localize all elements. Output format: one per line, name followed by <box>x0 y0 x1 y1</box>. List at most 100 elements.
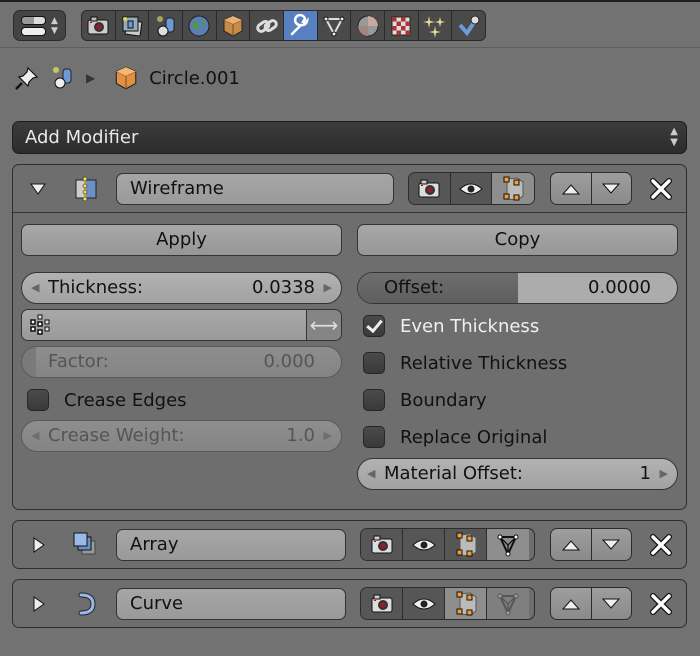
tab-render-layers[interactable] <box>115 11 150 40</box>
apply-button[interactable]: Apply <box>21 224 342 256</box>
replace-original-checkbox[interactable]: Replace Original <box>363 424 547 450</box>
editmode-icon <box>503 176 524 201</box>
close-icon[interactable] <box>650 593 672 615</box>
viewport-toggle[interactable] <box>403 529 445 560</box>
decrement-arrow-icon[interactable]: ◀ <box>31 421 39 451</box>
scene-icon <box>156 15 175 36</box>
object-cube-icon <box>115 66 137 90</box>
up-down-arrows-icon: ▲ ▼ <box>51 16 58 36</box>
curve-modifier-icon <box>78 592 96 616</box>
increment-arrow-icon[interactable]: ▶ <box>660 459 668 489</box>
constraint-link-icon <box>255 18 278 33</box>
move-buttons <box>550 587 632 620</box>
increment-arrow-icon[interactable]: ▶ <box>324 421 332 451</box>
on-cage-toggle[interactable] <box>487 529 529 560</box>
decrement-arrow-icon[interactable]: ◀ <box>31 273 39 303</box>
tab-material[interactable] <box>351 11 386 40</box>
world-icon <box>188 15 210 36</box>
modifier-name-input[interactable]: Wireframe <box>116 173 394 205</box>
collapse-arrow-icon[interactable] <box>29 180 47 198</box>
triangle-up-icon <box>561 539 580 550</box>
cage-mesh-icon <box>497 593 519 615</box>
checkbox-checked[interactable] <box>363 315 385 337</box>
even-thickness-checkbox[interactable]: Even Thickness <box>363 313 539 339</box>
expand-arrow-icon[interactable] <box>29 536 47 554</box>
cage-mesh-icon <box>497 534 519 556</box>
crease-edges-checkbox[interactable]: Crease Edges <box>27 387 187 413</box>
close-icon[interactable] <box>650 178 672 200</box>
tab-render[interactable] <box>82 11 116 40</box>
modifier-header: Wireframe <box>13 165 686 212</box>
editmode-icon <box>456 532 476 557</box>
editmode-icon <box>456 591 476 616</box>
render-toggle[interactable] <box>361 529 403 560</box>
on-cage-toggle[interactable] <box>487 588 529 619</box>
tab-physics[interactable] <box>452 11 485 40</box>
triangle-down-icon <box>602 539 621 550</box>
tab-particles[interactable] <box>418 11 453 40</box>
thickness-field[interactable]: ◀ Thickness: 0.0338 ▶ <box>21 272 342 304</box>
move-down-button[interactable] <box>592 173 632 204</box>
modifier-panel-curve: Curve <box>12 579 687 628</box>
vertex-group-input[interactable] <box>22 310 307 340</box>
eye-icon <box>411 598 436 609</box>
factor-slider[interactable]: Factor: 0.000 <box>21 346 342 378</box>
object-cube-icon <box>223 14 243 37</box>
modifier-name-input[interactable]: Curve <box>116 588 346 620</box>
particles-icon <box>423 15 446 38</box>
invert-vertex-group-toggle[interactable]: ⟷ <box>307 310 341 340</box>
vertex-group-field: ⟷ <box>21 309 342 341</box>
eye-icon <box>459 183 483 194</box>
copy-button[interactable]: Copy <box>357 224 678 256</box>
material-offset-field[interactable]: ◀ Material Offset: 1 ▶ <box>357 458 678 490</box>
editmode-toggle[interactable] <box>492 173 534 204</box>
render-toggle[interactable] <box>409 173 451 204</box>
array-modifier-icon <box>73 532 96 555</box>
render-toggle[interactable] <box>361 588 403 619</box>
tab-constraints[interactable] <box>250 11 285 40</box>
visibility-toggles <box>360 528 535 561</box>
modifier-name-input[interactable]: Array <box>116 529 346 561</box>
close-icon[interactable] <box>650 534 672 556</box>
breadcrumb: ▶ Circle.001 <box>14 62 250 94</box>
add-modifier-dropdown[interactable]: Add Modifier ▲ ▼ <box>12 121 687 154</box>
offset-slider[interactable]: Offset: 0.0000 <box>357 272 678 304</box>
viewport-toggle[interactable] <box>450 173 493 204</box>
triangle-up-icon <box>561 598 580 609</box>
triangle-down-icon <box>602 598 621 609</box>
move-up-button[interactable] <box>551 529 592 560</box>
modifier-panel-array: Array <box>12 520 687 569</box>
mesh-data-icon <box>323 16 345 36</box>
relative-thickness-checkbox[interactable]: Relative Thickness <box>363 350 567 376</box>
tab-modifiers[interactable] <box>284 11 318 40</box>
texture-checker-icon <box>391 16 411 35</box>
tab-world[interactable] <box>183 11 217 40</box>
increment-arrow-icon[interactable]: ▶ <box>324 273 332 303</box>
move-down-button[interactable] <box>592 529 632 560</box>
decrement-arrow-icon[interactable]: ◀ <box>367 459 375 489</box>
tab-data[interactable] <box>317 11 352 40</box>
editor-type-selector[interactable]: ▲ ▼ <box>13 10 66 41</box>
move-down-button[interactable] <box>592 588 632 619</box>
swap-arrows-icon: ⟷ <box>309 313 339 337</box>
move-up-button[interactable] <box>551 173 592 204</box>
visibility-toggles <box>360 587 535 620</box>
tab-object[interactable] <box>216 11 251 40</box>
camera-icon <box>371 594 392 612</box>
wrench-icon <box>291 13 310 35</box>
render-layers-icon <box>122 16 143 37</box>
editmode-toggle[interactable] <box>445 529 487 560</box>
editmode-toggle[interactable] <box>445 588 487 619</box>
expand-arrow-icon[interactable] <box>29 595 47 613</box>
up-down-arrows-icon: ▲ ▼ <box>670 126 678 148</box>
wireframe-modifier-icon <box>75 176 97 202</box>
camera-icon <box>418 179 440 197</box>
viewport-toggle[interactable] <box>403 588 445 619</box>
pin-icon[interactable] <box>14 65 40 91</box>
boundary-checkbox[interactable]: Boundary <box>363 387 487 413</box>
tab-texture[interactable] <box>385 11 419 40</box>
tab-scene[interactable] <box>149 11 184 40</box>
move-up-button[interactable] <box>551 588 592 619</box>
object-name: Circle.001 <box>149 67 240 89</box>
crease-weight-field[interactable]: ◀ Crease Weight: 1.0 ▶ <box>21 420 342 452</box>
